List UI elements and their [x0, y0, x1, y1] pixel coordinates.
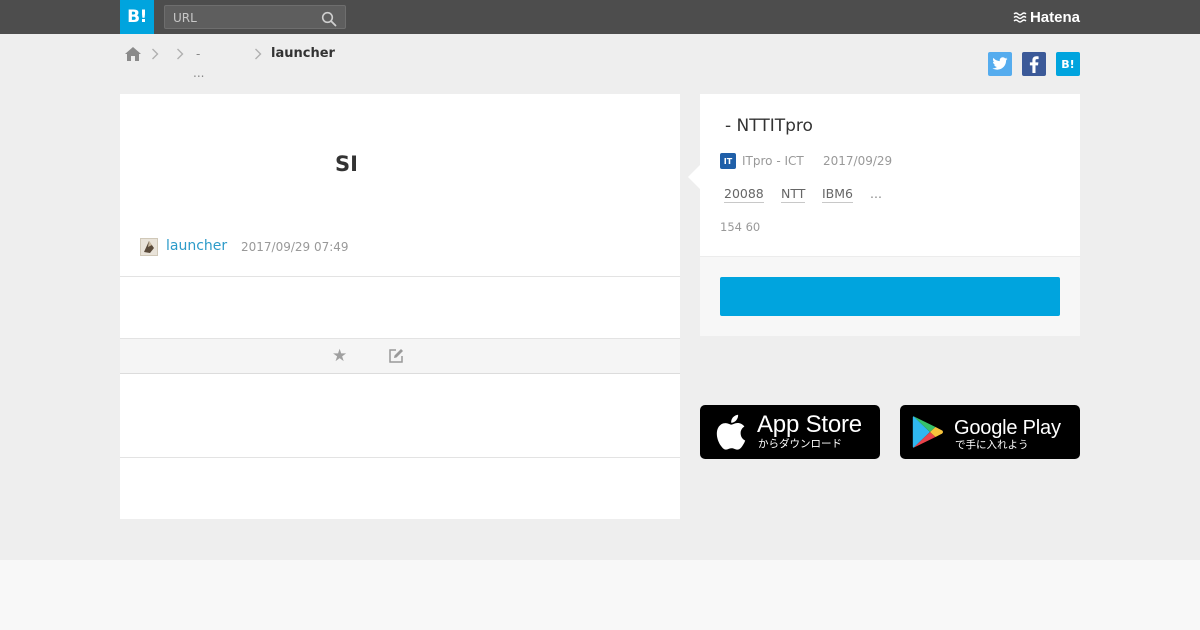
chevron-right-icon [152, 48, 159, 60]
app-store-badge[interactable]: App Store からダウンロード [700, 405, 880, 459]
entry-title-link[interactable]: - NTTITpro [725, 116, 813, 136]
google-play-label: Google Play [954, 417, 1061, 439]
google-play-sublabel: で手に入れよう [955, 439, 1029, 451]
star-icon[interactable]: ★ [332, 346, 347, 366]
google-play-badge[interactable]: Google Play で手に入れよう [900, 405, 1080, 459]
card-pointer [688, 165, 700, 189]
entry-info-card: - NTTITpro IT ITpro - ICT 2017/09/29 200… [688, 94, 1080, 336]
site-favicon: IT [720, 153, 736, 169]
user-name-link[interactable]: launcher [166, 238, 227, 254]
hatena-bookmark-share-button[interactable]: B! [1056, 52, 1080, 76]
divider [120, 276, 680, 277]
entry-primary-button[interactable] [720, 277, 1060, 316]
tag-link[interactable]: NTT [781, 186, 806, 203]
chevron-right-icon [177, 48, 184, 60]
action-bar: ★ [120, 338, 680, 374]
top-bar: B! Hatena [0, 0, 1200, 34]
entry-date: 2017/09/29 [823, 154, 893, 168]
app-store-sublabel: からダウンロード [758, 438, 842, 450]
home-icon[interactable] [124, 46, 142, 62]
tags-more[interactable]: ... [870, 186, 882, 201]
bookmark-counts: 154 60 [720, 220, 761, 234]
facebook-share-button[interactable] [1022, 52, 1046, 76]
apple-icon [716, 414, 746, 450]
entry-site-link[interactable]: ITpro - ICT [742, 154, 804, 168]
avatar[interactable] [140, 238, 158, 256]
twitter-share-button[interactable] [988, 52, 1012, 76]
search-input[interactable] [173, 9, 318, 26]
breadcrumb-category-link[interactable]: - [196, 47, 200, 61]
app-store-label: App Store [757, 411, 862, 438]
edit-icon[interactable] [388, 348, 404, 364]
entry-footer [700, 256, 1080, 336]
breadcrumb-ellipsis: ... [193, 66, 205, 80]
facebook-icon [1029, 55, 1039, 73]
hatena-brand-link[interactable]: Hatena [1013, 8, 1080, 26]
hatena-bookmark-logo[interactable]: B! [120, 0, 154, 34]
breadcrumb-current: launcher [271, 46, 335, 61]
google-play-icon [912, 416, 943, 448]
page-footer [0, 560, 1200, 630]
divider [120, 457, 680, 458]
post-timestamp: 2017/09/29 07:49 [241, 240, 349, 254]
user-avatar-icon [144, 241, 154, 253]
tag-link[interactable]: 20088 [724, 186, 764, 203]
page-title-text: SI [335, 152, 358, 176]
search-icon[interactable] [321, 11, 337, 27]
search-box [164, 5, 346, 29]
tag-link[interactable]: IBM6 [822, 186, 853, 203]
chevron-right-icon [255, 48, 262, 60]
hatena-brand-label: Hatena [1029, 8, 1080, 26]
hatena-icon [1013, 12, 1027, 23]
twitter-icon [992, 57, 1008, 70]
comment-card: SI launcher 2017/09/29 07:49 ★ [120, 94, 680, 519]
